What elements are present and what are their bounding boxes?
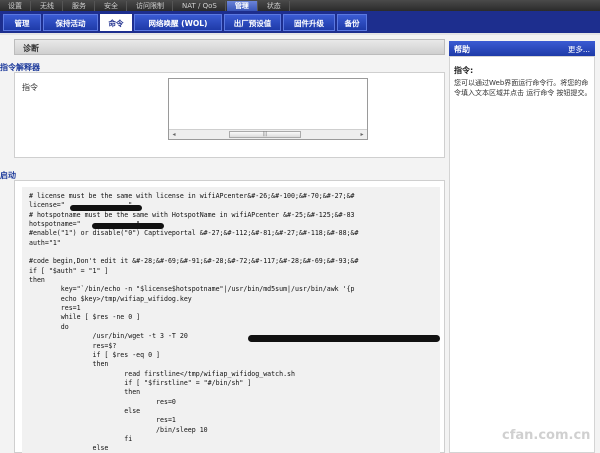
scroll-thumb[interactable]: ||| bbox=[229, 131, 301, 138]
startup-script[interactable]: # license must be the same with license … bbox=[22, 187, 440, 453]
help-more-link[interactable]: 更多... bbox=[568, 44, 590, 55]
command-label: 指令 bbox=[22, 83, 38, 92]
scroll-left-icon[interactable]: ◂ bbox=[169, 130, 179, 139]
sub-nav: 管理 保持活动 命令 网络唤醒 (WOL) 出厂预设值 固件升级 备份 bbox=[0, 11, 600, 35]
top-tab[interactable]: 设置 bbox=[0, 1, 31, 11]
sub-tab[interactable]: 管理 bbox=[3, 14, 41, 31]
redaction-mark bbox=[92, 223, 164, 229]
sub-tab[interactable]: 备份 bbox=[337, 14, 367, 31]
sub-tab[interactable]: 固件升级 bbox=[283, 14, 335, 31]
command-textarea[interactable]: ◂ ||| ▸ bbox=[168, 78, 368, 140]
top-tab[interactable]: 访问限制 bbox=[128, 1, 173, 11]
redaction-mark bbox=[70, 205, 142, 211]
sub-tab[interactable]: 保持活动 bbox=[43, 14, 98, 31]
help-header: 帮助 更多... bbox=[449, 41, 595, 56]
top-tab[interactable]: 安全 bbox=[96, 1, 127, 11]
section-title: 诊断 bbox=[23, 44, 39, 53]
top-tab[interactable]: 服务 bbox=[64, 1, 95, 11]
section-header: 诊断 bbox=[14, 39, 445, 55]
top-tab[interactable]: 无线 bbox=[32, 1, 63, 11]
startup-script-text: # license must be the same with license … bbox=[29, 192, 359, 453]
sub-tab[interactable]: 出厂预设值 bbox=[224, 14, 281, 31]
sub-tab[interactable]: 命令 bbox=[100, 14, 132, 31]
command-hscrollbar[interactable]: ◂ ||| ▸ bbox=[169, 129, 367, 139]
help-text: 您可以通过Web界面运行命令行。将您的命令填入文本区域并点击 运行命令 按钮提交… bbox=[454, 79, 592, 97]
help-panel: 指令: 您可以通过Web界面运行命令行。将您的命令填入文本区域并点击 运行命令 … bbox=[449, 56, 595, 453]
redaction-mark bbox=[248, 335, 440, 342]
watermark: cfan.com.cn bbox=[502, 428, 591, 443]
top-tab[interactable]: 状态 bbox=[259, 1, 290, 11]
top-nav: 设置 无线 服务 安全 访问限制 NAT / QoS 管理 状态 bbox=[0, 0, 600, 11]
help-subtitle: 指令: bbox=[454, 66, 474, 75]
sub-tab[interactable]: 网络唤醒 (WOL) bbox=[134, 14, 222, 31]
top-tab[interactable]: NAT / QoS bbox=[174, 1, 226, 11]
scroll-right-icon[interactable]: ▸ bbox=[357, 130, 367, 139]
top-tab[interactable]: 管理 bbox=[226, 1, 258, 11]
help-title: 帮助 bbox=[454, 45, 470, 54]
